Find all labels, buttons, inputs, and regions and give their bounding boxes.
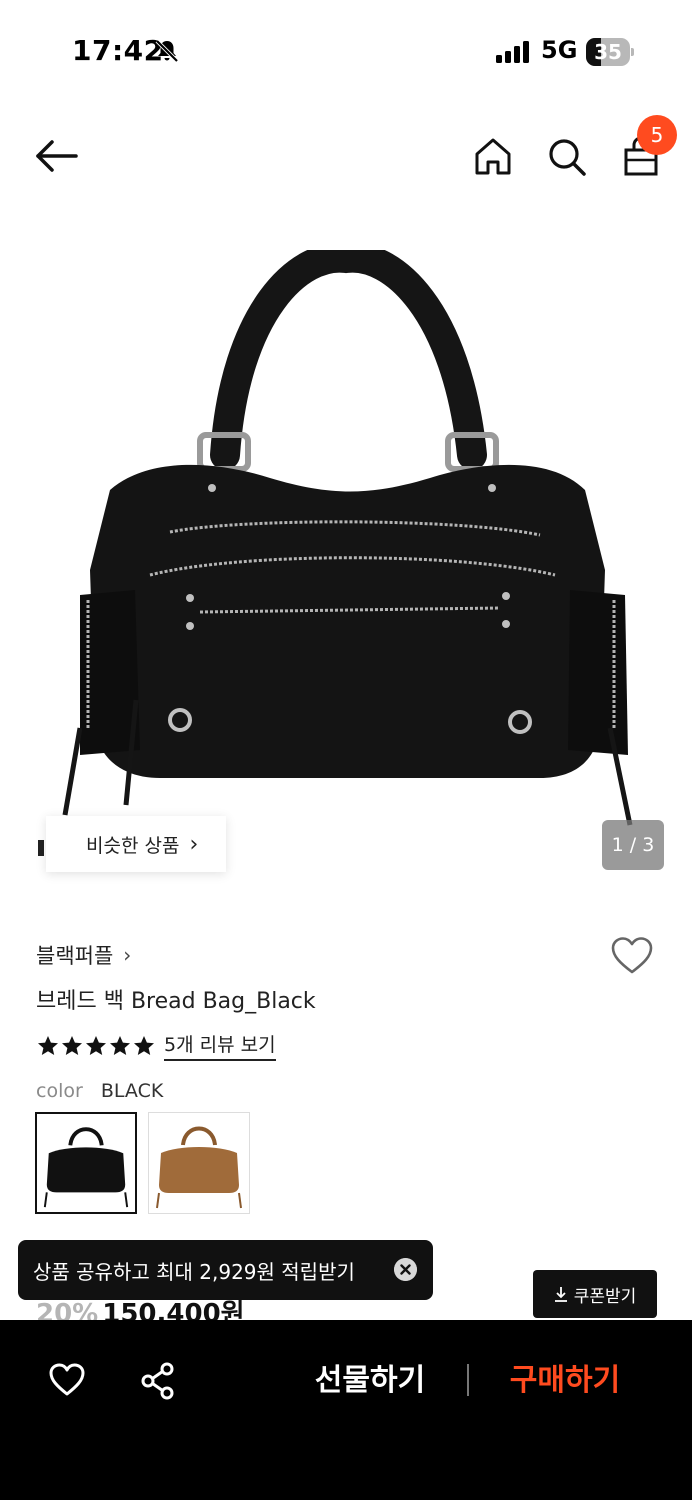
gift-button[interactable]: 선물하기 (300, 1355, 440, 1407)
star-icon (38, 1035, 58, 1055)
star-icon (134, 1035, 154, 1055)
similar-items-button[interactable]: 비슷한 상품 › (46, 816, 226, 872)
status-time: 17:42 (72, 34, 164, 67)
brand-name: 블랙퍼플 (36, 944, 114, 968)
color-row: color BLACK (36, 1080, 163, 1102)
rating-row: 5개 리뷰 보기 (36, 1030, 276, 1061)
share-reward-toast[interactable]: 상품 공유하고 최대 2,929원 적립받기 (18, 1240, 433, 1300)
color-label: color (36, 1080, 83, 1102)
heart-icon[interactable] (48, 1362, 86, 1398)
bottom-action-bar (0, 1320, 692, 1500)
cart-count-badge: 5 (637, 115, 677, 155)
product-image[interactable] (40, 250, 652, 830)
share-icon[interactable] (140, 1362, 176, 1400)
bell-muted-icon (155, 39, 179, 63)
review-link[interactable]: 5개 리뷰 보기 (164, 1030, 276, 1061)
product-name: 브레드 백 Bread Bag_Black (36, 989, 316, 1014)
search-icon[interactable] (544, 134, 590, 180)
star-rating (36, 1034, 156, 1058)
chevron-right-icon: › (189, 831, 199, 857)
brand-link[interactable]: 블랙퍼플 › (36, 940, 131, 970)
chevron-right-icon: › (123, 943, 132, 967)
close-icon[interactable] (394, 1258, 417, 1281)
color-value: BLACK (100, 1080, 164, 1102)
coupon-label: 쿠폰받기 (573, 1286, 637, 1307)
star-icon (86, 1035, 106, 1055)
heart-icon[interactable] (610, 936, 654, 976)
battery-icon: 35 (586, 38, 634, 66)
similar-items-label: 비슷한 상품 (86, 834, 180, 857)
image-counter: 1 / 3 (602, 820, 664, 870)
star-icon (62, 1035, 82, 1055)
home-icon[interactable] (470, 134, 516, 180)
status-bar: 17:42 5G 35 (0, 0, 692, 100)
toast-message: 상품 공유하고 최대 2,929원 적립받기 (33, 1259, 355, 1284)
star-icon (110, 1035, 130, 1055)
coupon-button[interactable]: 쿠폰받기 (533, 1270, 657, 1318)
back-arrow-icon[interactable] (30, 132, 82, 180)
divider (467, 1364, 469, 1396)
color-swatch-black[interactable] (35, 1112, 137, 1214)
color-swatch-brown[interactable] (148, 1112, 250, 1214)
battery-level: 35 (594, 40, 622, 64)
download-icon (554, 1287, 567, 1302)
buy-button[interactable]: 구매하기 (495, 1355, 635, 1407)
network-label: 5G (541, 36, 578, 64)
signal-icon (496, 41, 529, 63)
